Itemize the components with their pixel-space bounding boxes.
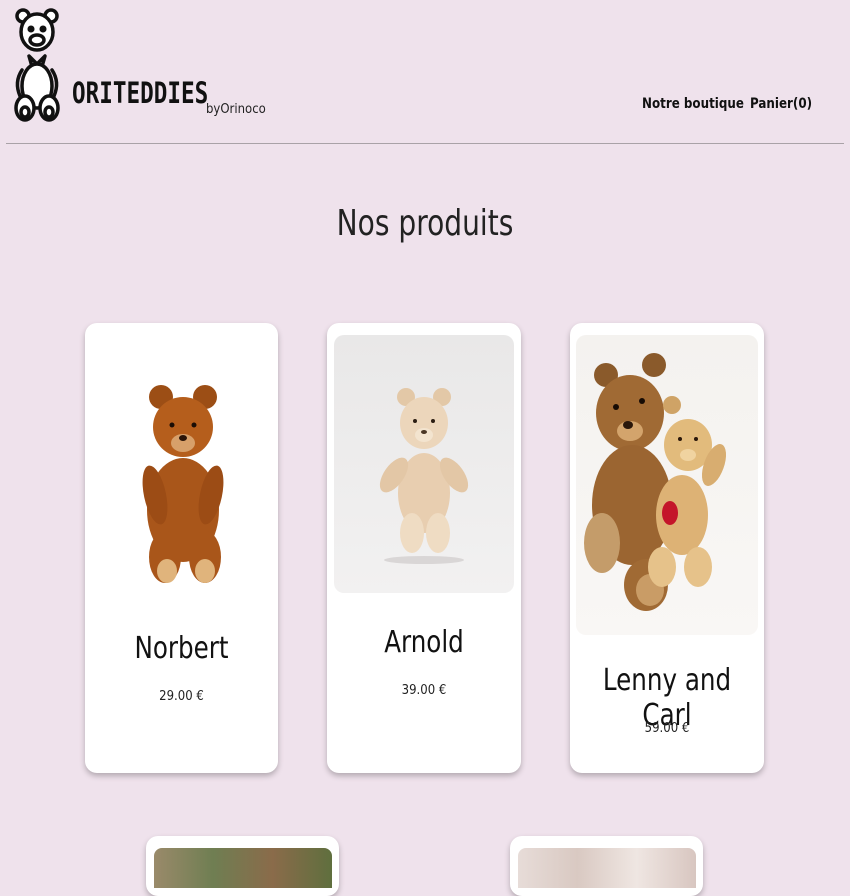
nav-cart-link[interactable]: Panier(0) [750, 96, 812, 112]
product-image[interactable] [93, 335, 271, 615]
product-card-partial[interactable] [146, 836, 339, 896]
product-name[interactable]: Norbert [102, 631, 260, 666]
product-image[interactable] [576, 335, 758, 635]
brand-name[interactable]: ORITEDDIES [72, 76, 208, 110]
product-card-partial[interactable] [510, 836, 703, 896]
product-image[interactable] [518, 848, 696, 888]
page-title: Nos produits [336, 203, 514, 244]
product-price: 29.00 € [159, 689, 204, 704]
brand-tagline: byOrinoco [206, 102, 266, 117]
site-header: ORITEDDIES byOrinoco Notre boutique Pani… [0, 0, 850, 145]
product-card[interactable]: Arnold 39.00 € [327, 323, 521, 773]
header-divider [6, 143, 844, 144]
product-price: 39.00 € [401, 683, 447, 698]
product-image[interactable] [154, 848, 332, 888]
product-card[interactable]: Norbert 29.00 € [85, 323, 278, 773]
teddy-bear-logo-icon[interactable] [12, 4, 64, 124]
product-card[interactable]: Lenny and Carl 59.00 € [570, 323, 764, 773]
product-image[interactable] [334, 335, 514, 593]
product-price: 59.00 € [644, 721, 690, 736]
product-name[interactable]: Arnold [344, 625, 503, 660]
nav-shop-link[interactable]: Notre boutique [642, 96, 744, 112]
